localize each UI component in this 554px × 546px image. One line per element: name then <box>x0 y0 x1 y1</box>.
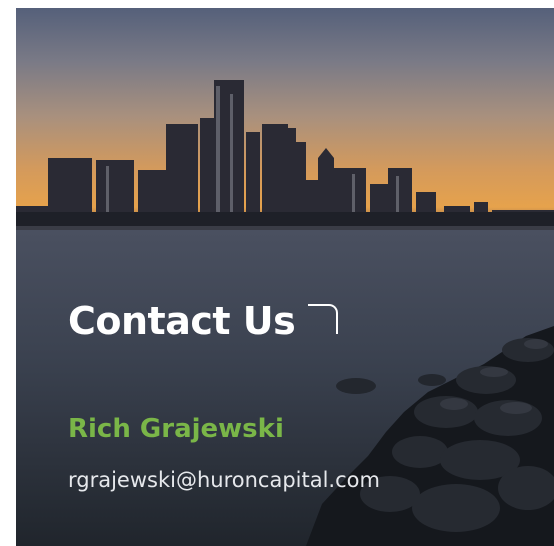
shore-rocks-image <box>306 326 554 546</box>
contact-heading: Contact Us <box>68 299 296 343</box>
contact-email-link[interactable]: rgrajewski@huroncapital.com <box>68 470 380 491</box>
contact-card <box>16 8 554 546</box>
heading-corner-accent <box>308 304 338 334</box>
contact-name: Rich Grajewski <box>68 414 284 444</box>
